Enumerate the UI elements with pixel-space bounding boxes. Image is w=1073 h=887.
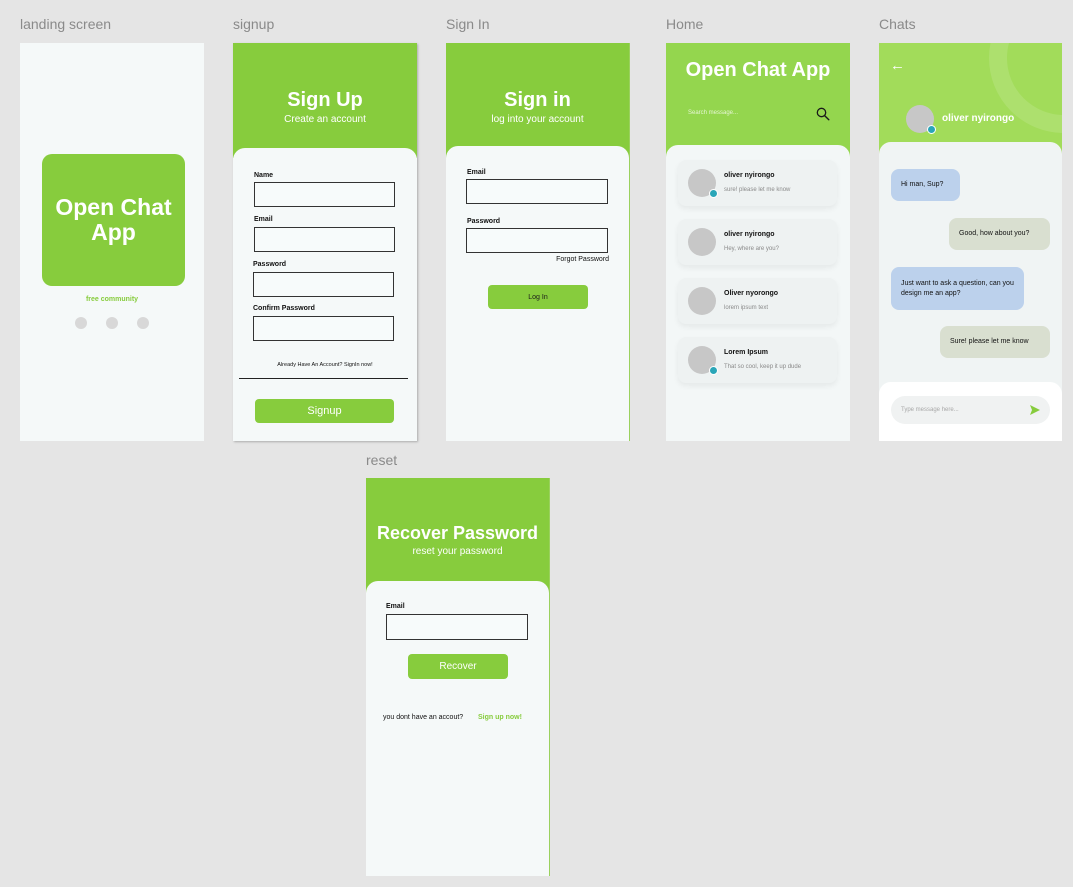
avatar	[688, 228, 716, 256]
chat-contact-name: oliver nyirongo	[724, 231, 775, 238]
frame-label-signup: signup	[233, 16, 275, 32]
outgoing-message: Sure! please let me know	[940, 326, 1050, 358]
name-label: Name	[254, 172, 274, 179]
online-indicator-icon	[927, 125, 936, 134]
outgoing-message: Good, how about you?	[949, 218, 1050, 250]
chat-last-message: Hey, where are you?	[724, 246, 779, 252]
search-input[interactable]: Search message...	[688, 110, 738, 116]
app-title: Open Chat App	[685, 59, 831, 81]
email-field[interactable]	[466, 179, 608, 204]
password-field[interactable]	[253, 272, 394, 297]
incoming-message: Just want to ask a question, can you des…	[891, 267, 1024, 310]
signin-screen: Sign in log into your account Email Pass…	[446, 43, 630, 441]
reset-header: Recover Password reset your password	[366, 478, 549, 593]
page-dot[interactable]	[106, 317, 118, 329]
avatar	[688, 346, 718, 375]
chat-last-message: lorem ipsum text	[724, 305, 769, 311]
chat-contact-name: Oliver nyorongo	[724, 290, 779, 297]
signup-prompt: you dont have an accout?	[383, 714, 464, 721]
online-indicator-icon	[709, 189, 718, 198]
chat-list-item[interactable]: Oliver nyorongo lorem ipsum text	[678, 278, 837, 324]
chat-last-message: sure! please let me know	[724, 187, 791, 193]
reset-screen: Recover Password reset your password Ema…	[366, 478, 550, 876]
frame-label-reset: reset	[366, 452, 398, 468]
page-subtitle: log into your account	[491, 114, 584, 125]
avatar	[688, 287, 716, 315]
page-dot[interactable]	[75, 317, 87, 329]
password-field[interactable]	[466, 228, 608, 253]
email-field[interactable]	[386, 614, 528, 640]
email-label: Email	[386, 603, 405, 610]
back-arrow-icon[interactable]: ←	[890, 57, 905, 74]
frame-label-home: Home	[666, 16, 704, 32]
page-subtitle: reset your password	[412, 546, 503, 557]
chat-list-item[interactable]: Lorem Ipsum That so cool, keep it up dud…	[678, 337, 837, 383]
landing-screen: Open Chat App free community	[20, 43, 204, 441]
send-icon[interactable]	[1029, 404, 1041, 416]
password-label: Password	[467, 218, 501, 225]
divider	[239, 378, 408, 379]
signup-form: Name Email Password Confirm Password Alr…	[233, 148, 417, 441]
email-field[interactable]	[254, 227, 395, 252]
home-screen: Open Chat App Search message... oliver n…	[666, 43, 850, 441]
incoming-message: Hi man, Sup?	[891, 169, 960, 201]
chat-list-item[interactable]: oliver nyirongo Hey, where are you?	[678, 219, 837, 265]
signup-screen: Sign Up Create an account Name Email Pas…	[233, 43, 417, 441]
name-field[interactable]	[254, 182, 395, 207]
avatar	[688, 169, 718, 198]
chat-list: oliver nyirongo sure! please let me know…	[666, 145, 850, 441]
page-dot[interactable]	[137, 317, 149, 329]
app-logo: Open Chat App	[42, 154, 185, 286]
page-indicator	[75, 317, 149, 329]
message-input-placeholder: Type message here...	[901, 407, 959, 413]
tagline: free community	[85, 296, 139, 303]
chat-contact-name: oliver nyirongo	[724, 172, 775, 179]
forgot-password-link[interactable]: Forgot Password	[556, 256, 609, 263]
signin-form: Email Password Forgot Password Log In	[446, 146, 629, 441]
page-title: Sign Up	[287, 89, 363, 111]
login-button[interactable]: Log In	[488, 285, 588, 309]
avatar	[906, 105, 936, 134]
chat-list-item[interactable]: oliver nyirongo sure! please let me know	[678, 160, 837, 206]
frame-label-chats: Chats	[879, 16, 916, 32]
signup-button[interactable]: Signup	[255, 399, 394, 423]
message-input[interactable]: Type message here...	[891, 396, 1050, 424]
confirm-password-field[interactable]	[253, 316, 394, 341]
chat-last-message: That so cool, keep it up dude	[724, 364, 802, 370]
frame-label-landing: landing screen	[20, 16, 112, 32]
online-indicator-icon	[709, 366, 718, 375]
frame-label-signin: Sign In	[446, 16, 490, 32]
page-subtitle: Create an account	[284, 114, 366, 125]
email-label: Email	[467, 169, 486, 176]
signin-link[interactable]: Already Have An Account? SignIn now!	[233, 362, 417, 368]
signup-link[interactable]: Sign up now!	[478, 714, 522, 721]
email-label: Email	[254, 216, 273, 223]
page-title: Sign in	[504, 89, 571, 111]
confirm-password-label: Confirm Password	[253, 305, 315, 312]
signin-header: Sign in log into your account	[446, 43, 629, 158]
password-label: Password	[253, 261, 287, 268]
search-icon[interactable]	[816, 107, 830, 121]
chat-contact-name: oliver nyirongo	[942, 113, 1015, 124]
signup-header: Sign Up Create an account	[233, 43, 417, 158]
message-composer: Type message here...	[879, 382, 1062, 441]
recover-button[interactable]: Recover	[408, 654, 508, 679]
chat-screen: ← oliver nyirongo Hi man, Sup? Good, how…	[879, 43, 1062, 441]
chat-contact-name: Lorem Ipsum	[724, 349, 768, 356]
page-title: Recover Password	[376, 523, 539, 543]
reset-form: Email Recover you dont have an accout? S…	[366, 581, 549, 876]
